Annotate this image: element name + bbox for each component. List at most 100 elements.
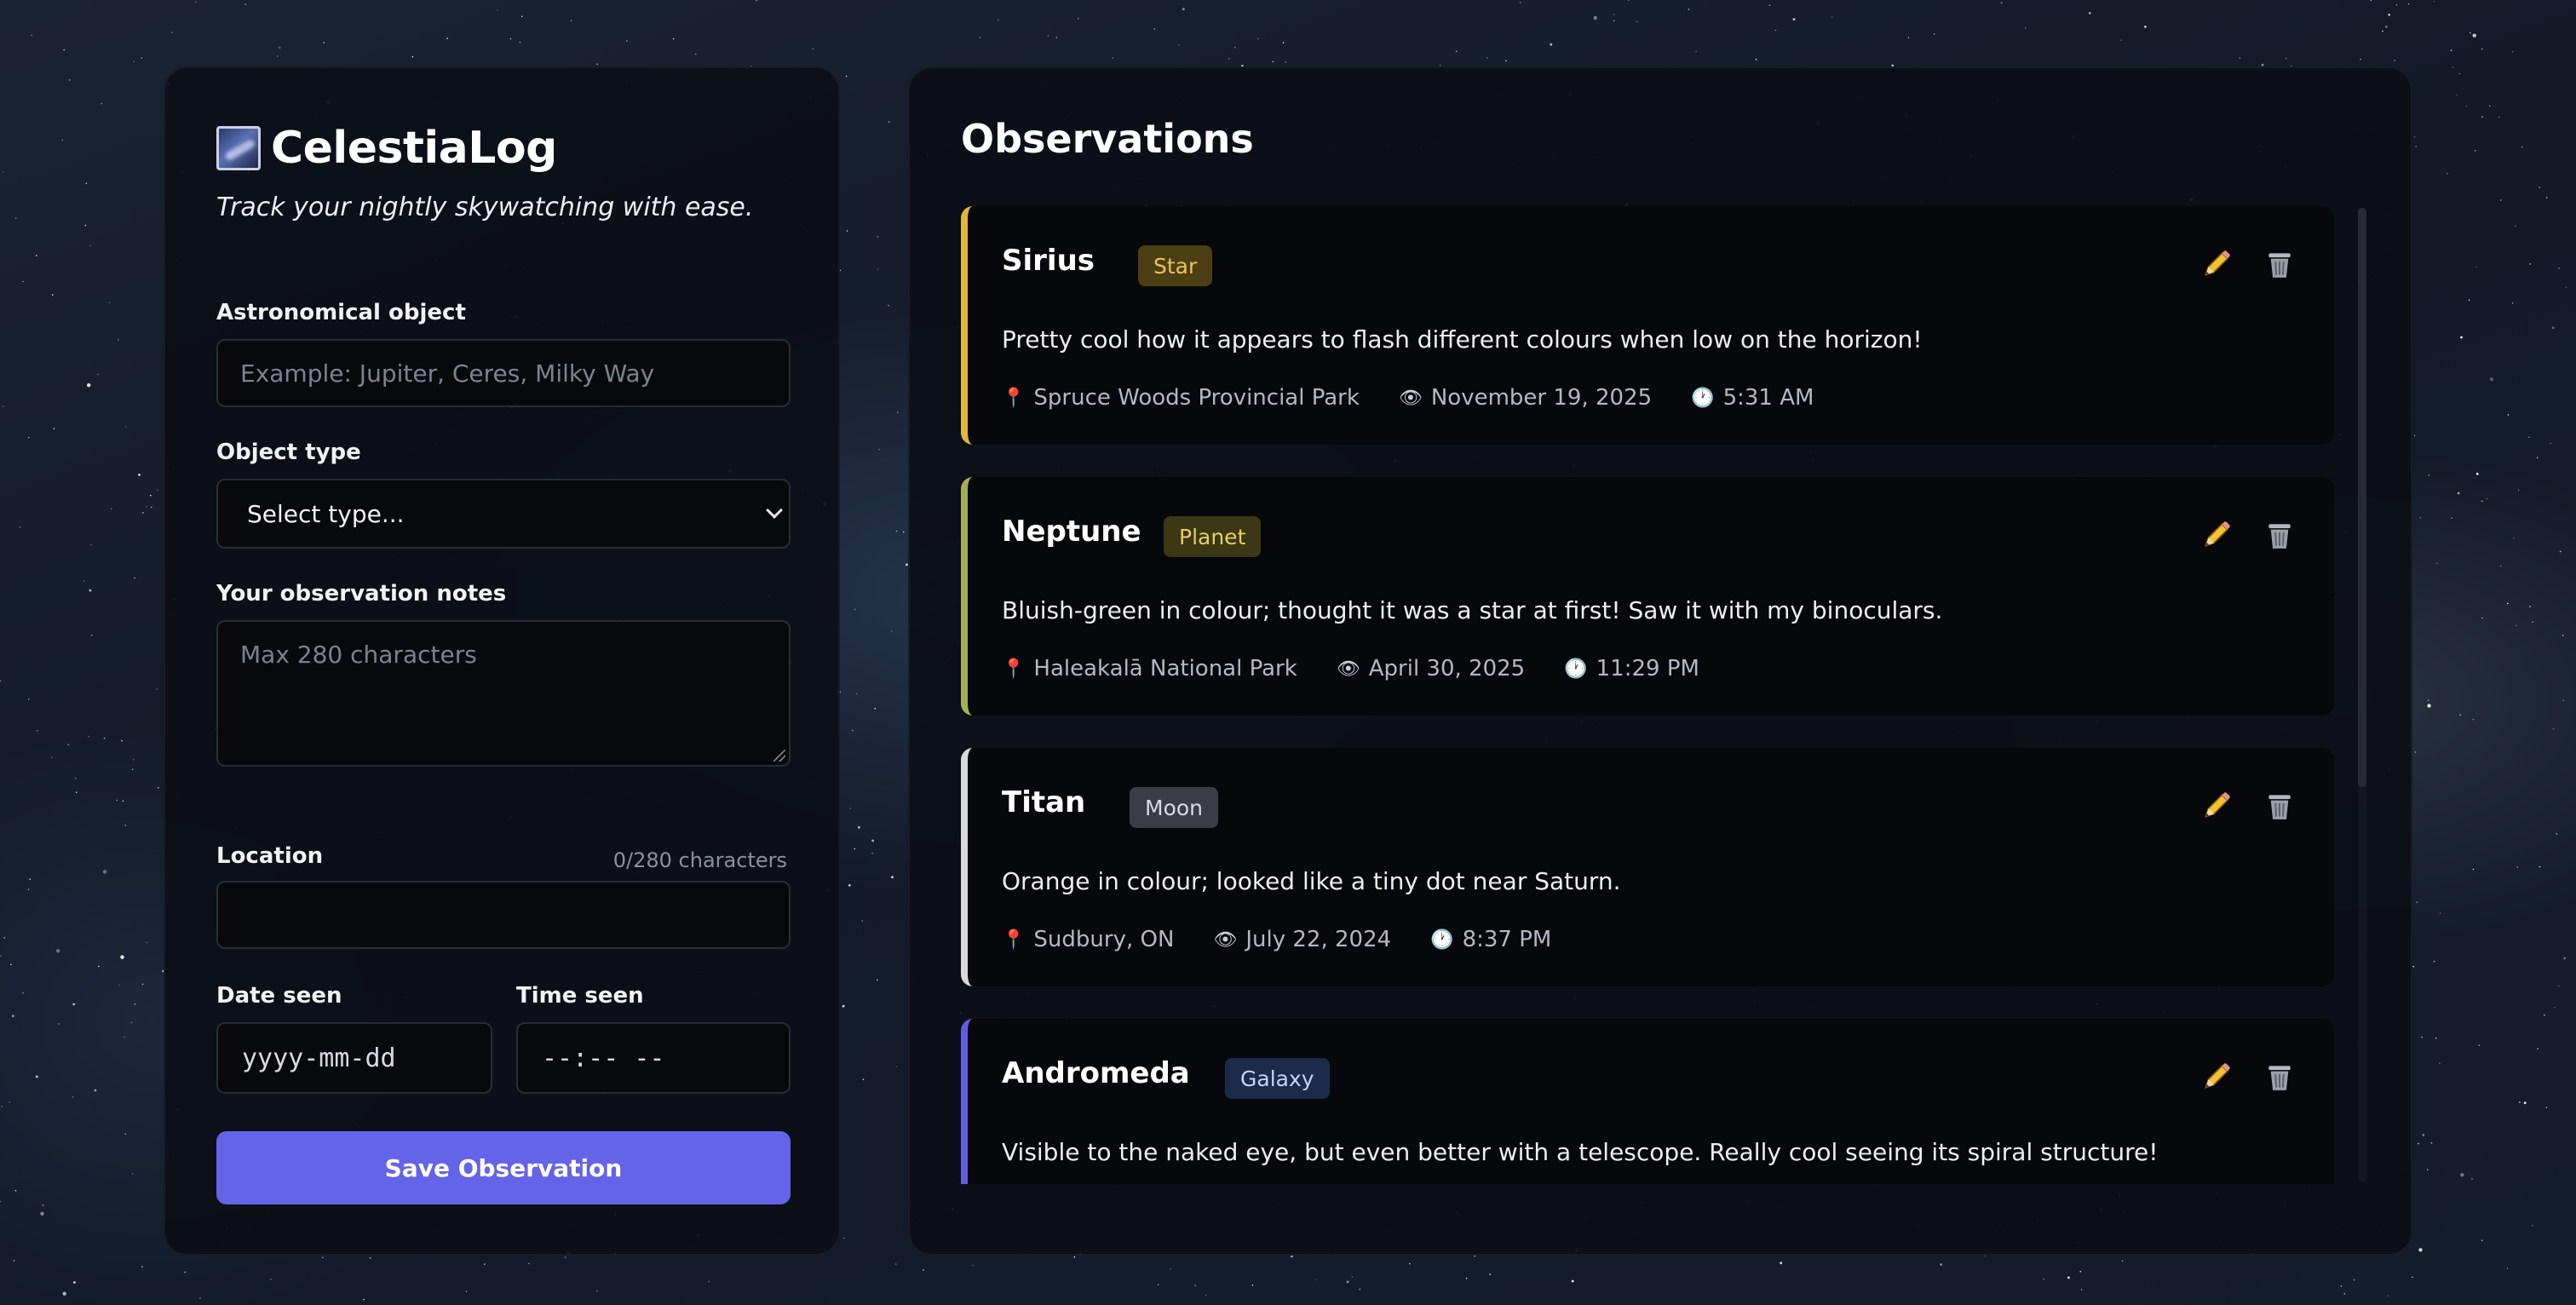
resize-handle-icon[interactable]: [773, 750, 785, 762]
star-dot: [120, 955, 124, 959]
star-dot: [519, 41, 521, 43]
star-dot: [564, 1256, 566, 1258]
star-dot: [2412, 965, 2414, 968]
star-dot: [2407, 3, 2410, 5]
edit-button[interactable]: [2198, 245, 2235, 283]
pin-icon: 📍: [1002, 387, 1026, 409]
star-dot: [1831, 16, 1833, 18]
star-dot: [855, 693, 858, 695]
meta-location: 📍 Sudbury, ON: [1002, 927, 1174, 952]
star-dot: [2080, 1289, 2083, 1291]
observation-card: Neptune Planet Bluish-green in colour; t…: [961, 477, 2334, 716]
star-dot: [73, 1281, 76, 1284]
object-type-selected: Select type...: [247, 499, 405, 528]
star-dot: [1282, 42, 1285, 43]
star-dot: [2458, 72, 2461, 75]
galaxy-logo-icon: [216, 126, 261, 170]
star-dot: [2550, 442, 2551, 445]
star-dot: [2528, 436, 2530, 438]
star-dot: [849, 808, 851, 809]
star-dot: [2451, 517, 2452, 519]
pin-icon: 📍: [1002, 658, 1026, 680]
object-input[interactable]: Example: Jupiter, Ceres, Milky Way: [216, 339, 791, 407]
star-dot: [103, 737, 106, 739]
star-dot: [465, 1291, 468, 1292]
star-dot: [2517, 489, 2520, 492]
star-dot: [2511, 50, 2514, 53]
observation-name: Sirius: [1002, 244, 1095, 278]
edit-button[interactable]: [2198, 787, 2235, 825]
date-input[interactable]: yyyy-mm-dd: [216, 1022, 492, 1094]
star-dot: [528, 1262, 530, 1265]
meta-time: 🕐 11:29 PM: [1564, 656, 1699, 681]
time-input-value: --:-- --: [542, 1043, 665, 1073]
star-dot: [131, 1173, 134, 1175]
star-dot: [2507, 414, 2510, 416]
star-dot: [2469, 32, 2471, 34]
meta-location: 📍 Haleakalā National Park: [1002, 656, 1297, 681]
trash-icon: [2268, 795, 2291, 819]
clock-icon: 🕐: [1430, 928, 1454, 951]
star-dot: [1047, 35, 1049, 37]
star-dot: [369, 1257, 371, 1259]
edit-button[interactable]: [2198, 516, 2235, 554]
observations-scrollbar[interactable]: [2358, 208, 2366, 1182]
notes-textarea[interactable]: Max 280 characters: [216, 620, 791, 767]
delete-button[interactable]: [2261, 1058, 2298, 1095]
star-dot: [142, 512, 144, 514]
scrollbar-thumb[interactable]: [2358, 208, 2366, 787]
star-dot: [22, 992, 24, 994]
star-dot: [2481, 500, 2483, 503]
time-input[interactable]: --:-- --: [516, 1022, 791, 1094]
save-observation-button[interactable]: Save Observation: [216, 1131, 791, 1204]
delete-button[interactable]: [2261, 787, 2298, 825]
observation-card: Andromeda Galaxy Visible to the naked ey…: [961, 1019, 2334, 1184]
time-label: Time seen: [516, 983, 644, 1009]
star-dot: [134, 577, 135, 579]
star-dot: [2067, 1276, 2070, 1279]
delete-button[interactable]: [2261, 516, 2298, 554]
star-dot: [1157, 1284, 1159, 1285]
star-dot: [2563, 957, 2567, 960]
star-dot: [124, 1036, 125, 1038]
star-dot: [1112, 57, 1114, 59]
star-dot: [2427, 699, 2429, 701]
star-dot: [923, 1269, 924, 1271]
delete-button[interactable]: [2261, 245, 2298, 283]
star-dot: [2506, 1268, 2509, 1269]
star-dot: [2565, 286, 2567, 288]
star-dot: [1251, 1284, 1254, 1286]
star-dot: [124, 825, 127, 826]
star-dot: [146, 505, 147, 508]
edit-button[interactable]: [2198, 1058, 2235, 1095]
star-dot: [72, 1096, 74, 1098]
object-type-select[interactable]: Select type...: [216, 479, 791, 549]
eye-icon: 👁: [1213, 928, 1238, 951]
star-dot: [998, 19, 999, 21]
object-type-badge: Moon: [1130, 787, 1219, 828]
star-dot: [87, 383, 91, 388]
star-dot: [52, 294, 54, 296]
star-dot: [35, 255, 37, 256]
star-dot: [63, 49, 65, 51]
star-dot: [871, 852, 873, 854]
observation-card: Sirius Star Pretty cool how it appears t…: [961, 206, 2334, 445]
observation-name: Andromeda: [1002, 1056, 1190, 1090]
star-dot: [2562, 699, 2564, 701]
location-input[interactable]: [216, 881, 791, 949]
star-dot: [2286, 57, 2287, 60]
star-dot: [1182, 8, 1185, 11]
observation-meta: 📍 Spruce Woods Provincial Park 👁 Novembe…: [1002, 385, 1853, 411]
star-dot: [2481, 116, 2483, 118]
star-dot: [323, 42, 325, 43]
observation-notes: Orange in colour; looked like a tiny dot…: [1002, 867, 1621, 895]
star-dot: [130, 1021, 133, 1024]
star-dot: [2024, 27, 2027, 29]
star-dot: [2556, 833, 2558, 835]
pin-icon: 📍: [1002, 928, 1026, 951]
star-dot: [2414, 751, 2417, 753]
star-dot: [158, 787, 159, 789]
star-dot: [244, 3, 246, 5]
star-dot: [2433, 960, 2435, 963]
star-dot: [278, 46, 281, 49]
